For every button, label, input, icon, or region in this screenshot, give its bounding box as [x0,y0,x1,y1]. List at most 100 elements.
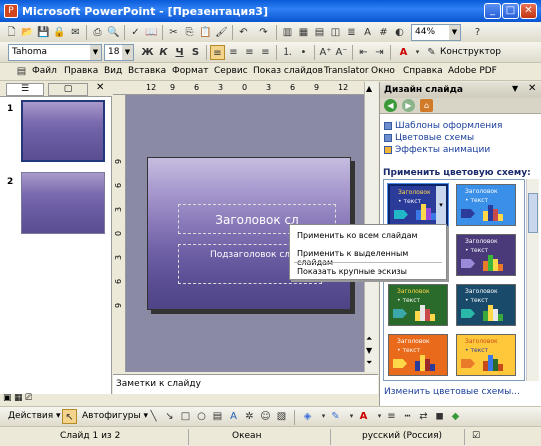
format-painter-icon[interactable]: 🖌 [214,25,229,40]
permission-icon[interactable]: 🔒 [52,25,67,40]
scheme-scrollbar[interactable] [526,179,539,381]
oval-icon[interactable]: ○ [194,409,209,424]
show-large-previews-item[interactable]: Показать крупные эскизы [297,267,407,276]
color-scheme-tile[interactable]: Заголовок• текст [388,284,448,326]
show-formatting-icon[interactable]: A [360,25,375,40]
normal-view-icon[interactable]: ▣ [3,393,12,403]
chevron-down-icon[interactable]: ▼ [449,25,460,40]
slide-thumbnail[interactable] [21,100,105,162]
decrease-font-icon[interactable]: A⁻ [334,45,349,60]
slides-tab[interactable]: ▢ [48,83,88,96]
arrow-icon[interactable]: ↘ [162,409,177,424]
line-color-icon[interactable]: ✎ [328,409,343,424]
numbering-icon[interactable]: ⒈ [280,45,295,60]
chevron-down-icon[interactable]: ▾ [436,186,446,224]
color-schemes-link[interactable]: Цветовые схемы [384,133,474,143]
copy-icon[interactable]: ⎘ [182,25,197,40]
actions-menu[interactable]: Действия ▾ [8,411,61,421]
scroll-up-icon[interactable]: ▲ [366,84,372,93]
font-select[interactable]: Tahoma ▼ [8,44,102,61]
align-left-icon[interactable]: ≡ [210,45,225,60]
line-icon[interactable]: ╲ [146,409,161,424]
color-grayscale-icon[interactable]: ◐ [392,25,407,40]
close-icon[interactable]: ✕ [528,83,536,94]
rectangle-icon[interactable]: □ [178,409,193,424]
menu-item[interactable]: Вид [104,66,122,76]
powerpoint-app-icon[interactable]: P [4,4,18,18]
save-icon[interactable]: 💾 [36,25,51,40]
scrollbar-thumb[interactable] [528,193,538,233]
minimize-button[interactable]: _ [484,3,501,19]
new-icon[interactable]: 🗋 [4,25,19,40]
document-icon[interactable]: ▤ [14,64,29,79]
underline-button[interactable]: Ч [172,45,187,60]
arrow-style-icon[interactable]: ⇄ [416,409,431,424]
color-scheme-tile[interactable]: Заголовок• текст [456,234,516,276]
color-scheme-tile[interactable]: Заголовок • текст ▾ [387,183,449,227]
dash-style-icon[interactable]: ┅ [400,409,415,424]
outline-tab[interactable]: ☰ [6,83,44,96]
font-color-icon[interactable]: A [356,409,371,424]
clipart-icon[interactable]: ☺ [258,409,273,424]
research-icon[interactable]: 📖 [144,25,159,40]
menu-item[interactable]: Правка [64,66,98,76]
picture-icon[interactable]: ▧ [274,409,289,424]
menu-item[interactable]: Translator [324,66,369,76]
home-icon[interactable]: ⌂ [420,99,433,112]
menu-item[interactable]: Adobe PDF [448,66,497,76]
maximize-button[interactable]: □ [502,3,519,19]
edit-color-schemes-link[interactable]: Изменить цветовые схемы... [384,387,520,397]
back-icon[interactable]: ◀ [384,99,397,112]
paste-icon[interactable]: 📋 [198,25,213,40]
insert-table-icon[interactable]: ▦ [296,25,311,40]
color-scheme-tile[interactable]: Заголовок• текст [456,184,516,226]
forward-icon[interactable]: ▶ [402,99,415,112]
designer-button[interactable]: Конструктор [440,47,501,57]
undo-icon[interactable]: ↶ [236,25,251,40]
menu-item[interactable]: Справка [403,66,443,76]
open-icon[interactable]: 📂 [20,25,35,40]
tables-borders-icon[interactable]: ▤ [312,25,327,40]
menu-item[interactable]: Файл [32,66,57,76]
align-right-icon[interactable]: ≡ [242,45,257,60]
insert-chart-icon[interactable]: ▥ [280,25,295,40]
previous-slide-icon[interactable]: ⏶ [366,334,372,344]
chevron-down-icon[interactable]: ▾ [410,45,425,60]
chevron-down-icon[interactable]: ▼ [90,45,101,60]
3d-style-icon[interactable]: ◆ [448,409,463,424]
menu-item[interactable]: Вставка [128,66,166,76]
bullets-icon[interactable]: • [296,45,311,60]
font-color-icon[interactable]: A [396,45,411,60]
italic-button[interactable]: К [156,45,171,60]
color-scheme-tile[interactable]: Заголовок• текст [456,334,516,376]
email-icon[interactable]: ✉ [68,25,83,40]
next-slide-icon[interactable]: ⏷ [366,358,372,368]
scroll-down-icon[interactable]: ▼ [366,346,372,355]
align-center-icon[interactable]: ≡ [226,45,241,60]
menu-item[interactable]: Формат [172,66,209,76]
apply-to-all-slides-item[interactable]: Применить ко всем слайдам [297,231,418,240]
insert-diagram-icon[interactable]: ◫ [328,25,343,40]
chevron-down-icon[interactable]: ▼ [122,45,133,60]
apply-to-selected-slides-item[interactable]: Применить к выделенным слайдам [297,249,446,267]
wordart-icon[interactable]: A [226,409,241,424]
font-size-select[interactable]: 18 ▼ [104,44,134,61]
select-pointer-icon[interactable]: ↖ [62,409,77,424]
close-button[interactable]: ✕ [520,3,537,19]
chevron-down-icon[interactable]: ▼ [512,84,518,93]
help-icon[interactable]: ? [470,25,485,40]
notes-pane[interactable]: Заметки к слайду [113,374,378,394]
cut-icon[interactable]: ✂ [166,25,181,40]
designer-icon[interactable]: ✎ [424,45,439,60]
increase-indent-icon[interactable]: ⇥ [372,45,387,60]
slideshow-view-icon[interactable]: ⎚ [25,393,32,403]
animation-schemes-link[interactable]: Эффекты анимации [384,145,490,155]
zoom-select[interactable]: 44% ▼ [411,24,461,41]
color-scheme-tile[interactable]: Заголовок• текст [388,334,448,376]
textbox-icon[interactable]: ▤ [210,409,225,424]
menu-item[interactable]: Окно [371,66,395,76]
print-icon[interactable]: ⎙ [90,25,105,40]
menu-item[interactable]: Показ слайдов [253,66,323,76]
spelling-icon[interactable]: ✓ [128,25,143,40]
close-icon[interactable]: ✕ [96,82,104,93]
